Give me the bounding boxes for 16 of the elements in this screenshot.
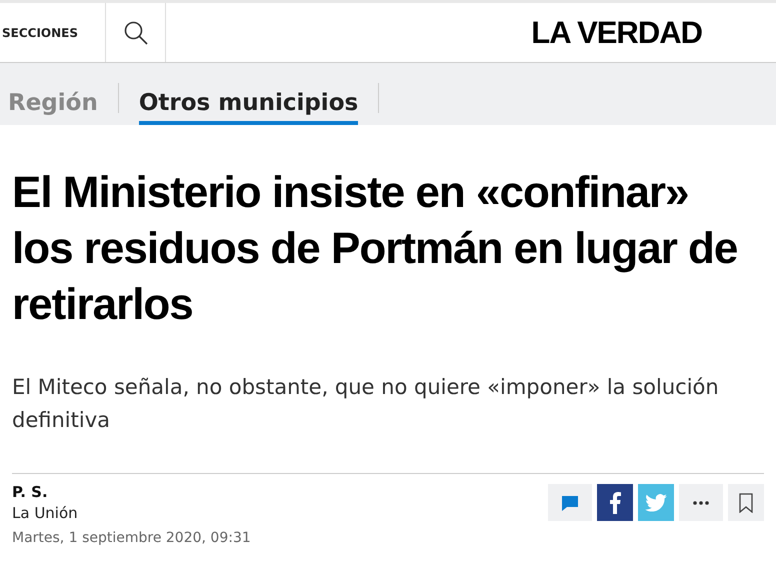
site-logo[interactable]: LA VERDAD [531, 14, 702, 50]
bookmark-icon [739, 492, 753, 512]
section-tab[interactable]: Otros municipios [138, 63, 358, 125]
headline: El Ministerio insiste en «confinar» los residuos de Portmán en lugar de retirarlos [12, 167, 738, 331]
ellipsis-icon [693, 500, 709, 504]
facebook-share-button[interactable] [597, 484, 633, 521]
author-location: La Unión [12, 504, 78, 522]
search-icon [122, 20, 148, 46]
comment-button[interactable] [548, 484, 592, 521]
publish-date: Martes, 1 septiembre 2020, 09:31 [12, 530, 251, 546]
bookmark-button[interactable] [728, 484, 764, 521]
facebook-icon [609, 492, 621, 514]
subheadline: El Miteco señala, no obstante, que no quiere «imponer» la solución definitiva [12, 374, 720, 434]
sections-button[interactable]: SECCIONES [0, 3, 106, 62]
bird-icon [645, 494, 667, 512]
author-name[interactable]: P. S. [12, 483, 48, 501]
